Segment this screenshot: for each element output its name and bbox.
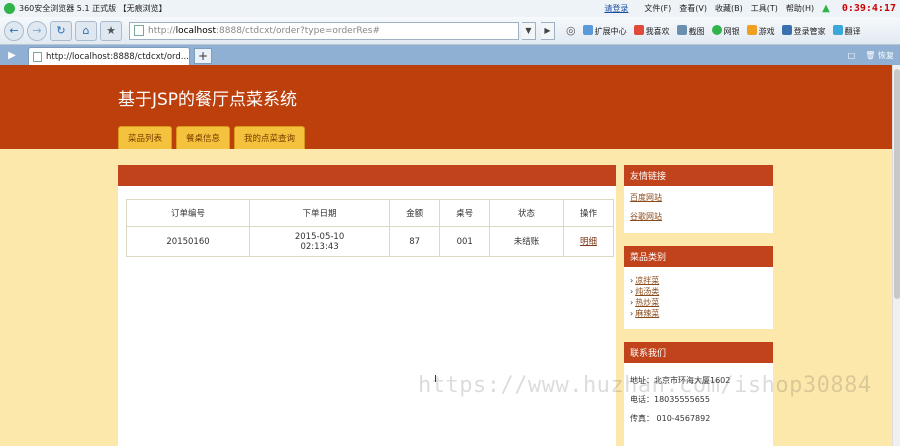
browser-logo-icon (4, 3, 15, 14)
col-order-date: 下单日期 (249, 199, 391, 227)
text-cursor-icon: I (434, 374, 437, 385)
category-cold-dish[interactable]: › 凉拌菜 (630, 275, 767, 286)
page-scrollbar[interactable] (892, 65, 900, 446)
category-soup[interactable]: › 炖汤类 (630, 286, 767, 297)
table-header-row: 订单编号 下单日期 金额 桌号 状态 操作 (125, 199, 615, 227)
forward-button[interactable]: → (27, 20, 47, 41)
home-button[interactable]: ⌂ (75, 20, 97, 41)
screenshot-button[interactable]: 截图 (676, 24, 705, 37)
arrow-right-icon: › (630, 287, 634, 296)
category-stir-fry[interactable]: › 热炒菜 (630, 297, 767, 308)
shirt-icon[interactable]: ▲ (822, 3, 830, 14)
scrollbar-thumb[interactable] (894, 69, 900, 299)
address-bar[interactable]: http://localhost:8888/ctdcxt/order?type=… (129, 21, 519, 40)
login-link[interactable]: 请登录 (604, 3, 628, 14)
col-status: 状态 (489, 199, 564, 227)
menu-file[interactable]: 文件(F) (644, 3, 671, 14)
url-prefix: http:// (148, 25, 176, 36)
scissors-icon (676, 24, 687, 35)
url-host: localhost (175, 25, 216, 36)
category-spicy[interactable]: › 麻辣菜 (630, 308, 767, 319)
browser-nav-bar: ← → ↻ ⌂ ★ http://localhost:8888/ctdcxt/o… (0, 17, 900, 45)
restore-button[interactable]: 🗑 恢复 (865, 50, 894, 61)
order-date: 2015-05-10 02:13:43 (249, 226, 391, 257)
friend-links-panel: 友情链接 百度网站 谷歌网站 (624, 165, 773, 233)
order-detail-link[interactable]: 明细 (580, 237, 597, 247)
menu-favorites[interactable]: 收藏(B) (715, 3, 743, 14)
heart-icon (633, 24, 644, 35)
tab-bar-right: □ 🗑 恢复 (848, 45, 900, 65)
arrow-right-icon: › (630, 298, 634, 307)
main-panel-header (118, 165, 616, 186)
dish-category-panel: 菜品类别 › 凉拌菜 › 炖汤类 › 热炒菜 › 麻辣菜 (624, 246, 773, 329)
watermark-text: https://www.huzhan.com/ishop30884 (418, 373, 872, 398)
link-baidu[interactable]: 百度网站 (630, 192, 767, 203)
bank-icon (711, 24, 722, 35)
order-id: 20150160 (125, 226, 251, 257)
like-button[interactable]: 我喜欢 (633, 24, 670, 37)
nav-my-orders[interactable]: 我的点菜查询 (234, 126, 306, 149)
contact-title: 联系我们 (624, 342, 773, 363)
site-title: 基于JSP的餐厅点菜系统 (118, 90, 298, 110)
go-arrow-icon[interactable]: ▶ (541, 21, 555, 40)
main-content: 订单编号 下单日期 金额 桌号 状态 操作 20150160 2015-05-1… (118, 165, 616, 446)
col-action: 操作 (562, 199, 615, 227)
arrow-right-icon: › (630, 276, 634, 285)
browser-menu-bar: 请登录 文件(F) 查看(V) 收藏(B) 工具(T) 帮助(H) ▲ 0:39… (604, 3, 896, 14)
menu-view[interactable]: 查看(V) (679, 3, 707, 14)
online-bank-button[interactable]: 网银 (711, 24, 740, 37)
toolbar: ◎ 扩展中心 我喜欢 截图 网银 游戏 登录管家 翻译 (566, 24, 861, 37)
clock: 0:39:4:17 (841, 3, 896, 14)
tab-title: http://localhost:8888/ctdcxt/ord... (46, 51, 189, 62)
col-amount: 金额 (389, 199, 441, 227)
back-button[interactable]: ← (4, 20, 24, 41)
col-order-id: 订单编号 (125, 199, 251, 227)
new-tab-button[interactable]: + (194, 48, 212, 64)
tab-current[interactable]: http://localhost:8888/ctdcxt/ord... × (28, 47, 190, 65)
address-dropdown-icon[interactable]: ▼ (522, 21, 536, 40)
nav-table-info[interactable]: 餐桌信息 (176, 126, 231, 149)
translate-icon (832, 24, 843, 35)
site-nav: 菜品列表 餐桌信息 我的点菜查询 (118, 126, 306, 149)
url-rest: :8888/ctdcxt/order?type=orderRes# (215, 25, 381, 36)
extension-center-button[interactable]: 扩展中心 (582, 24, 627, 37)
puzzle-icon (582, 24, 593, 35)
menu-help[interactable]: 帮助(H) (786, 3, 814, 14)
window-icon[interactable]: □ (848, 51, 856, 60)
col-table-no: 桌号 (439, 199, 491, 227)
order-table: 001 (439, 226, 491, 257)
menu-tools[interactable]: 工具(T) (751, 3, 778, 14)
order-action-cell: 明细 (562, 226, 615, 257)
friend-links-title: 友情链接 (624, 165, 773, 186)
page-icon (134, 25, 144, 36)
contact-fax: 传真： 010-4567892 (630, 414, 711, 423)
link-google[interactable]: 谷歌网站 (630, 211, 767, 222)
translate-button[interactable]: 翻译 (832, 24, 861, 37)
order-amount: 87 (389, 226, 441, 257)
close-icon[interactable]: × (189, 52, 190, 62)
page-icon (33, 51, 42, 62)
table-row: 20150160 2015-05-10 02:13:43 87 001 未结账 明… (125, 226, 615, 257)
key-icon (781, 24, 792, 35)
dish-category-title: 菜品类别 (624, 246, 773, 267)
games-button[interactable]: 游戏 (746, 24, 775, 37)
nav-dish-list[interactable]: 菜品列表 (118, 126, 173, 149)
tab-bar: ▶ http://localhost:8888/ctdcxt/ord... × … (0, 45, 900, 65)
browser-title-bar: 360安全浏览器 5.1 正式版 【无痕浏览】 请登录 文件(F) 查看(V) … (0, 0, 900, 17)
browser-title: 360安全浏览器 5.1 正式版 【无痕浏览】 (19, 4, 167, 13)
arrow-right-icon: › (630, 309, 634, 318)
sidebar-toggle-icon[interactable]: ▶ (4, 47, 20, 63)
login-manager-button[interactable]: 登录管家 (781, 24, 826, 37)
gamepad-icon (746, 24, 757, 35)
favorite-star-button[interactable]: ★ (100, 20, 122, 41)
site-header: 基于JSP的餐厅点菜系统 菜品列表 餐桌信息 我的点菜查询 (0, 65, 892, 149)
refresh-button[interactable]: ↻ (50, 20, 72, 41)
shield-icon[interactable]: ◎ (566, 24, 576, 37)
order-status: 未结账 (489, 226, 564, 257)
orders-table: 订单编号 下单日期 金额 桌号 状态 操作 20150160 2015-05-1… (125, 199, 615, 257)
